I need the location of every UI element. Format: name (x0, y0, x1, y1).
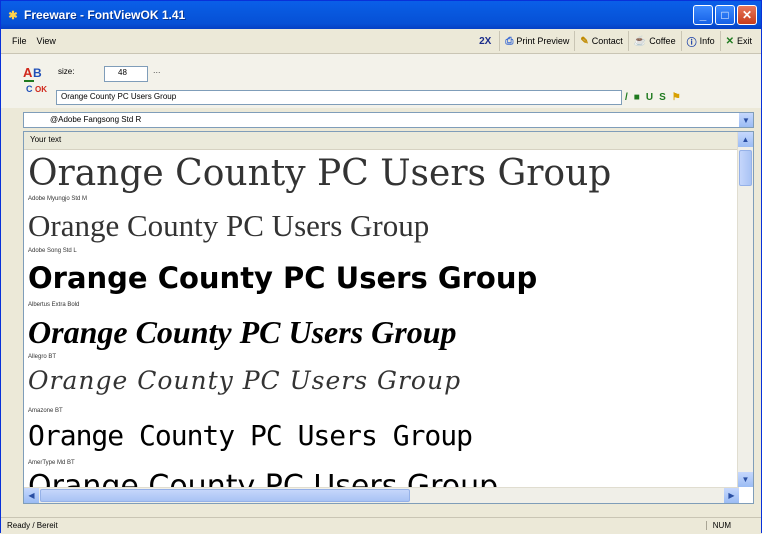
app-window: ✱ Freeware - FontViewOK 1.41 _ □ ✕ File … (0, 0, 762, 534)
vertical-scroll-thumb[interactable] (739, 150, 752, 186)
font-sample[interactable]: Orange County PC Users Group (28, 264, 537, 293)
horizontal-scroll-thumb[interactable] (40, 489, 410, 502)
font-sample[interactable]: Orange County PC Users Group (28, 368, 461, 393)
coffee-label: Coffee (649, 36, 676, 46)
svg-text:A: A (23, 65, 33, 80)
sample-text-input[interactable]: Orange County PC Users Group (56, 90, 622, 105)
contact-label: Contact (591, 36, 623, 46)
minimize-button[interactable]: _ (693, 5, 713, 25)
chevron-down-icon[interactable]: ▼ (739, 113, 753, 127)
font-sample-label: Adobe Song Std L (28, 248, 77, 254)
size-more-button[interactable]: ... (153, 65, 161, 75)
window-controls: _ □ ✕ (693, 5, 757, 25)
print-preview-button[interactable]: ⎙ Print Preview (499, 31, 574, 51)
font-sample[interactable]: Orange County PC Users Group (28, 472, 498, 488)
panel-header-label: Your text (30, 135, 62, 144)
exit-button[interactable]: ✕ Exit (719, 31, 757, 51)
close-button[interactable]: ✕ (737, 5, 757, 25)
style-toolbar: / ■ U S ⚑ (625, 90, 681, 105)
font-sample-label: Allegro BT (28, 354, 57, 360)
svg-text:B: B (33, 66, 42, 80)
toolbar: 2X ⎙ Print Preview ✎ Contact ☕ Coffee ⓘ … (474, 29, 757, 53)
font-dropdown[interactable]: @Adobe Fangsong Std R ▼ (23, 112, 754, 128)
info-label: Info (699, 36, 715, 46)
star-icon: ✱ (8, 9, 18, 22)
font-sample[interactable]: Orange County PC Users Group (28, 210, 429, 241)
window-title: Freeware - FontViewOK 1.41 (24, 8, 186, 22)
svg-text:OK: OK (35, 85, 47, 94)
exit-icon: ✕ (725, 35, 734, 47)
scroll-down-icon[interactable]: ▼ (738, 472, 753, 487)
zoom-2x-button[interactable]: 2X (474, 31, 499, 51)
contact-icon: ✎ (580, 35, 589, 47)
svg-text:C: C (26, 84, 33, 94)
maximize-button[interactable]: □ (715, 5, 735, 25)
exit-label: Exit (736, 36, 752, 46)
app-logo-icon: A B C OK (23, 65, 47, 94)
font-sample-label: Adobe Myungjo Std M (28, 196, 88, 202)
font-dropdown-value: @Adobe Fangsong Std R (50, 115, 142, 124)
print-preview-icon: ⎙ (505, 35, 514, 47)
title-bar[interactable]: ✱ Freeware - FontViewOK 1.41 _ □ ✕ (1, 1, 761, 29)
contact-button[interactable]: ✎ Contact (574, 31, 627, 51)
size-label: size: (58, 67, 75, 76)
info-button[interactable]: ⓘ Info (680, 31, 720, 51)
preview-panel: Your text Orange County PC Users Group A… (23, 131, 754, 504)
size-input[interactable]: 48 (104, 66, 148, 82)
vertical-scrollbar[interactable]: ▲ ▼ (737, 132, 753, 487)
controls-area: A B C OK size: 48 ... Orange County PC U… (1, 54, 761, 108)
status-bar: Ready / Bereit NUM (1, 517, 761, 534)
italic-icon[interactable]: / (625, 92, 628, 103)
font-sample[interactable]: Orange County PC Users Group (28, 422, 473, 450)
status-text: Ready / Bereit (7, 521, 58, 530)
coffee-icon: ☕ (633, 35, 647, 47)
underline-icon[interactable]: U (646, 92, 653, 103)
font-sample[interactable]: Orange County PC Users Group (28, 316, 457, 348)
info-icon: ⓘ (686, 37, 697, 49)
font-sample-label: Amazone BT (28, 408, 63, 414)
preview-list: Orange County PC Users Group Adobe Myung… (24, 150, 739, 488)
menu-bar: File View 2X ⎙ Print Preview ✎ Contact ☕… (1, 29, 761, 54)
scroll-right-icon[interactable]: ▶ (724, 488, 739, 503)
font-sample-label: Albertus Extra Bold (28, 302, 80, 308)
num-lock-indicator: NUM (705, 521, 731, 530)
menu-file[interactable]: File (7, 36, 32, 46)
strikeout-icon[interactable]: S (659, 92, 666, 103)
coffee-button[interactable]: ☕ Coffee (627, 31, 681, 51)
menu-view[interactable]: View (32, 36, 61, 46)
print-preview-label: Print Preview (516, 36, 570, 46)
scroll-up-icon[interactable]: ▲ (738, 132, 753, 147)
horizontal-scrollbar[interactable]: ◀ ▶ (24, 487, 739, 503)
panel-header[interactable]: Your text (24, 132, 739, 150)
flag-icon[interactable]: ⚑ (672, 92, 681, 103)
font-sample[interactable]: Orange County PC Users Group (28, 156, 611, 192)
scroll-left-icon[interactable]: ◀ (24, 488, 39, 503)
font-sample-label: AmerType Md BT (28, 460, 75, 466)
bold-icon[interactable]: ■ (634, 92, 640, 103)
